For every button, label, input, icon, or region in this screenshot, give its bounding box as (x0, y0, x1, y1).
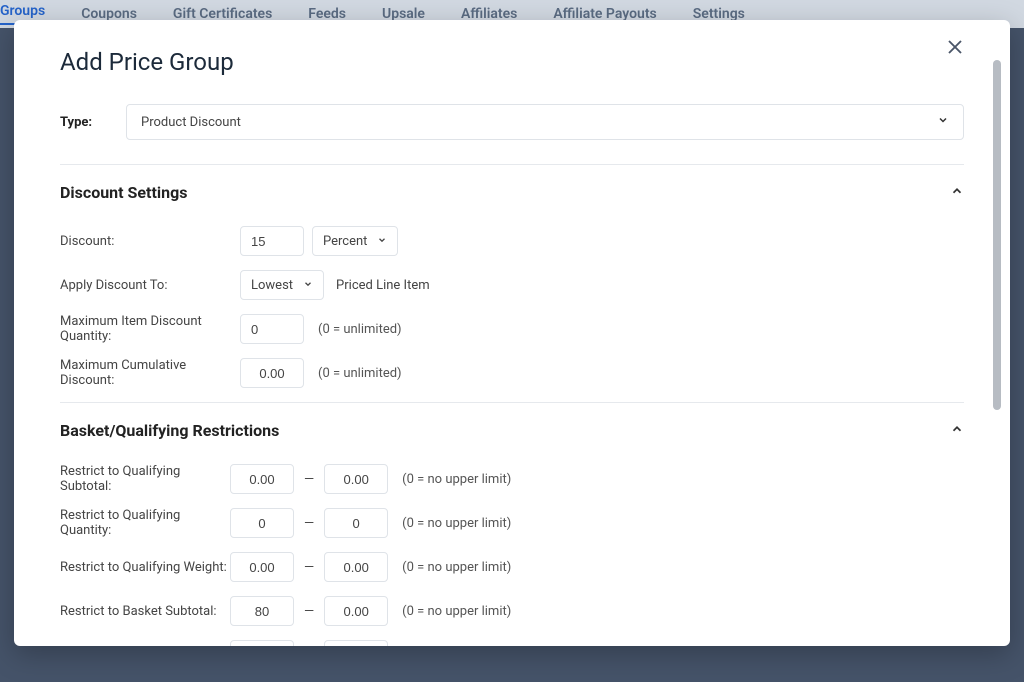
range-separator: — (304, 604, 314, 619)
restrict-row: Restrict to Qualifying Weight: — (0 = no… (60, 552, 964, 582)
range-separator: — (304, 472, 314, 487)
restrict-label: Restrict to Qualifying Quantity: (60, 508, 230, 538)
max-cum-row: Maximum Cumulative Discount: (0 = unlimi… (60, 358, 964, 388)
discount-unit-value: Percent (323, 234, 367, 249)
restrict-row: Restrict to Qualifying Subtotal: — (0 = … (60, 464, 964, 494)
range-separator: — (304, 560, 314, 575)
discount-input[interactable] (240, 226, 304, 256)
restrict-from-input[interactable] (230, 552, 294, 582)
max-qty-row: Maximum Item Discount Quantity: (0 = unl… (60, 314, 964, 344)
modal-header: Add Price Group (14, 20, 1010, 86)
chevron-up-icon (950, 183, 964, 202)
discount-section-title: Discount Settings (60, 183, 187, 202)
discount-label: Discount: (60, 234, 240, 249)
apply-to-value: Lowest (251, 278, 293, 293)
restrict-row: Restrict to Basket Subtotal: — (0 = no u… (60, 596, 964, 626)
type-row: Type: Product Discount (60, 104, 964, 140)
chevron-down-icon (937, 114, 949, 130)
apply-to-select[interactable]: Lowest (240, 270, 324, 300)
close-icon (946, 44, 964, 59)
restrict-from-input[interactable] (230, 508, 294, 538)
modal-title: Add Price Group (60, 48, 234, 76)
type-select-value: Product Discount (141, 115, 241, 130)
restrict-hint: (0 = no upper limit) (402, 472, 511, 487)
max-cum-hint: (0 = unlimited) (318, 366, 402, 381)
divider (60, 164, 964, 165)
restrict-from-input[interactable] (230, 640, 294, 646)
restrict-to-input[interactable] (324, 596, 388, 626)
discount-row: Discount: Percent (60, 226, 964, 256)
restrict-to-input[interactable] (324, 640, 388, 646)
restrict-label: Restrict to Qualifying Subtotal: (60, 464, 230, 494)
restrict-label: Restrict to Qualifying Weight: (60, 560, 230, 575)
restrict-hint: (0 = no upper limit) (402, 560, 511, 575)
scrollbar[interactable] (993, 60, 1001, 410)
apply-to-row: Apply Discount To: Lowest Priced Line It… (60, 270, 964, 300)
modal-body: Type: Product Discount Discount Settings… (14, 86, 1010, 646)
add-price-group-modal: Add Price Group Type: Product Discount D… (14, 20, 1010, 646)
restrict-from-input[interactable] (230, 596, 294, 626)
max-cum-label: Maximum Cumulative Discount: (60, 358, 240, 388)
max-qty-hint: (0 = unlimited) (318, 322, 402, 337)
apply-to-suffix: Priced Line Item (336, 278, 430, 293)
restrict-hint: (0 = no upper limit) (402, 604, 511, 619)
chevron-down-icon (377, 234, 387, 249)
range-separator: — (304, 516, 314, 531)
restrict-to-input[interactable] (324, 552, 388, 582)
apply-to-label: Apply Discount To: (60, 278, 240, 293)
max-qty-input[interactable] (240, 314, 304, 344)
type-select[interactable]: Product Discount (126, 104, 964, 140)
chevron-up-icon (950, 421, 964, 440)
divider (60, 402, 964, 403)
restrict-section-title: Basket/Qualifying Restrictions (60, 421, 279, 440)
restrict-row: Restrict to Qualifying Quantity: — (0 = … (60, 508, 964, 538)
restrict-row: Restrict to Basket Quantity: — (0 = no u… (60, 640, 964, 646)
chevron-down-icon (303, 278, 313, 293)
max-cum-input[interactable] (240, 358, 304, 388)
close-button[interactable] (946, 38, 964, 59)
restrict-hint: (0 = no upper limit) (402, 516, 511, 531)
restrict-from-input[interactable] (230, 464, 294, 494)
restrict-to-input[interactable] (324, 464, 388, 494)
restrict-to-input[interactable] (324, 508, 388, 538)
max-qty-label: Maximum Item Discount Quantity: (60, 314, 240, 344)
discount-unit-select[interactable]: Percent (312, 226, 398, 256)
type-label: Type: (60, 115, 96, 130)
restrict-label: Restrict to Basket Subtotal: (60, 604, 230, 619)
restrict-section-header[interactable]: Basket/Qualifying Restrictions (60, 421, 964, 440)
discount-section-header[interactable]: Discount Settings (60, 183, 964, 202)
